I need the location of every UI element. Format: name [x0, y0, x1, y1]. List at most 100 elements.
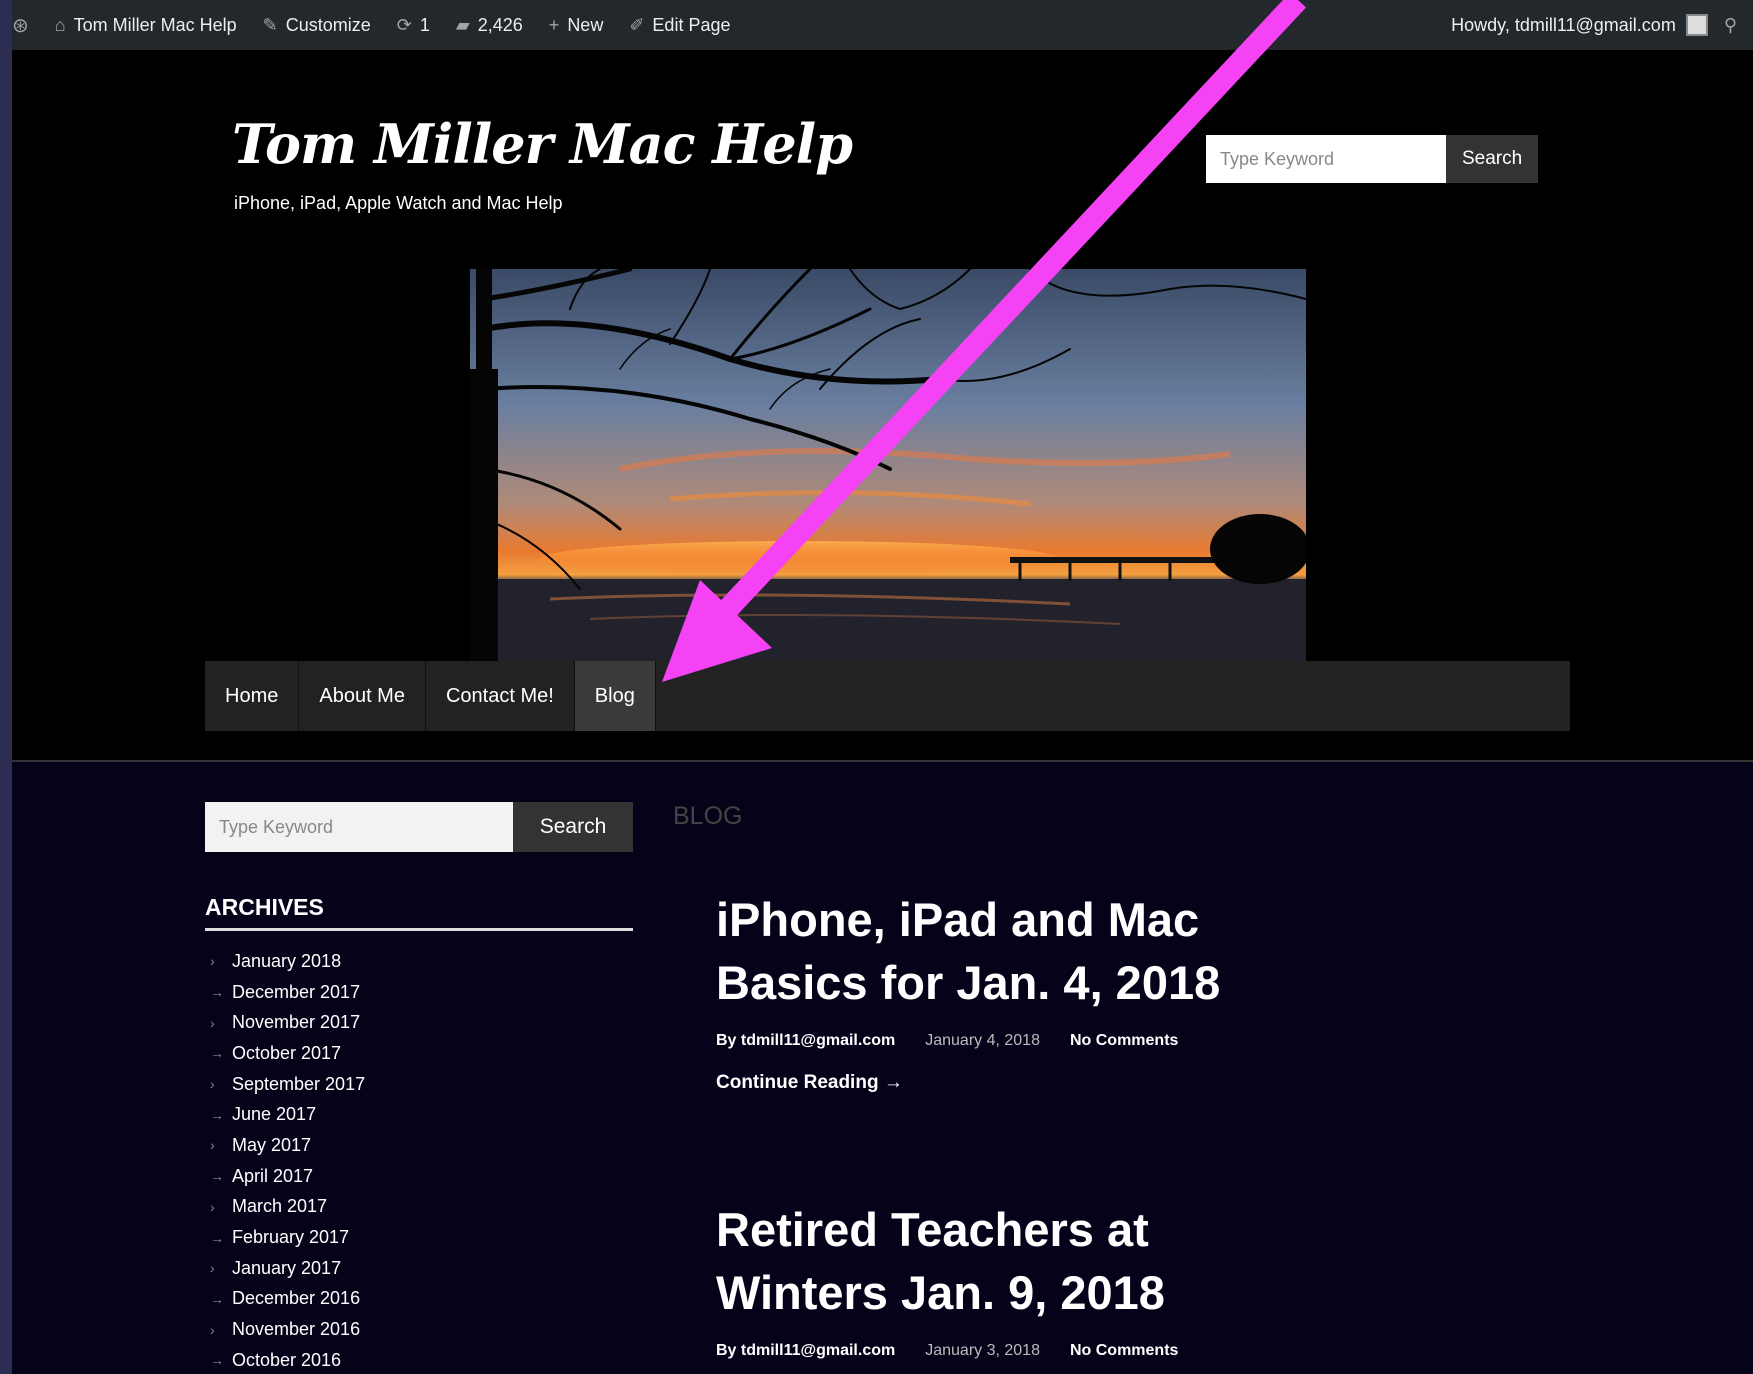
wp-admin-bar: ⊛ ⌂ Tom Miller Mac Help ✎ Customize ⟳ 1 …: [12, 0, 1753, 50]
post-author[interactable]: By tdmill11@gmail.com: [716, 1032, 895, 1050]
arrow-right-icon: →: [210, 1352, 224, 1369]
post-date[interactable]: January 4, 2018: [925, 1032, 1040, 1050]
post-title[interactable]: iPhone, iPad and Mac Basics for Jan. 4, …: [716, 888, 1276, 1014]
header-image: [470, 269, 1306, 661]
chevron-right-icon: ›: [210, 953, 215, 970]
header-search-input[interactable]: [1206, 135, 1446, 183]
continue-reading-link[interactable]: Continue Reading →: [716, 1072, 1276, 1094]
chevron-right-icon: ›: [210, 1198, 215, 1215]
sidebar-search-input[interactable]: [205, 802, 513, 852]
archives-heading: ARCHIVES: [205, 894, 324, 920]
header-search-form: Search: [1206, 135, 1539, 183]
header-search-button[interactable]: Search: [1446, 135, 1539, 183]
chevron-right-icon: ›: [210, 1321, 215, 1338]
archive-link[interactable]: → April 2017: [210, 1161, 365, 1192]
archive-link[interactable]: → December 2016: [210, 1284, 365, 1315]
admin-new[interactable]: + New: [549, 15, 604, 36]
archive-link-label: May 2017: [232, 1134, 312, 1155]
arrow-right-icon: →: [210, 1290, 224, 1307]
blog-post: Retired Teachers at Winters Jan. 9, 2018…: [716, 1198, 1276, 1360]
archive-link[interactable]: › November 2016: [210, 1314, 365, 1345]
archive-link-label: October 2017: [232, 1042, 342, 1063]
archive-link-label: January 2017: [232, 1257, 342, 1278]
arrow-right-icon: →: [210, 1229, 224, 1246]
archive-link[interactable]: → October 2016: [210, 1345, 365, 1374]
archive-link-label: December 2017: [232, 981, 361, 1002]
admin-search-icon[interactable]: ⚲: [1724, 15, 1737, 36]
admin-customize-label: Customize: [285, 14, 371, 35]
archive-link-label: March 2017: [232, 1196, 328, 1217]
chevron-right-icon: ›: [210, 1014, 215, 1031]
home-dashboard-icon: ⌂: [54, 14, 66, 35]
archive-link[interactable]: › May 2017: [210, 1130, 365, 1161]
archive-link[interactable]: › January 2018: [210, 946, 365, 977]
archive-link-label: June 2017: [232, 1104, 317, 1125]
nav-item-blog[interactable]: Blog: [574, 661, 656, 731]
chevron-right-icon: ›: [210, 1137, 215, 1154]
archive-link[interactable]: → December 2017: [210, 977, 365, 1008]
archive-link[interactable]: → February 2017: [210, 1222, 365, 1253]
archive-link-label: September 2017: [232, 1073, 366, 1094]
post-date[interactable]: January 3, 2018: [925, 1342, 1040, 1360]
archive-link[interactable]: → June 2017: [210, 1099, 365, 1130]
comment-bubble-icon: ▰: [455, 14, 470, 35]
wordpress-logo-icon[interactable]: ⊛: [12, 13, 29, 38]
post-comments[interactable]: No Comments: [1070, 1342, 1178, 1360]
admin-site-name[interactable]: ⌂ Tom Miller Mac Help: [55, 15, 237, 36]
post-meta: By tdmill11@gmail.com January 3, 2018 No…: [716, 1342, 1276, 1360]
archive-link[interactable]: › November 2017: [210, 1007, 365, 1038]
sidebar-search-button[interactable]: Search: [513, 802, 633, 852]
admin-comments-count: 2,426: [477, 14, 523, 35]
archive-link[interactable]: › September 2017: [210, 1069, 365, 1100]
archives-list: › January 2018 → December 2017 › November 2…: [210, 946, 365, 1374]
admin-howdy[interactable]: Howdy, tdmill11@gmail.com: [1451, 15, 1676, 36]
brush-icon: ✎: [262, 14, 278, 35]
pencil-icon: ✐: [629, 14, 645, 35]
archive-link-label: December 2016: [232, 1288, 361, 1309]
blog-post: iPhone, iPad and Mac Basics for Jan. 4, …: [716, 888, 1276, 1094]
admin-customize[interactable]: ✎ Customize: [263, 15, 371, 36]
post-meta: By tdmill11@gmail.com January 4, 2018 No…: [716, 1032, 1276, 1050]
avatar[interactable]: [1685, 14, 1708, 36]
chevron-right-icon: ›: [210, 1076, 215, 1093]
site-header: Tom Miller Mac Help iPhone, iPad, Apple …: [12, 50, 1753, 760]
admin-comments[interactable]: ▰ 2,426: [456, 15, 523, 36]
header-divider: [12, 760, 1753, 762]
admin-updates-count: 1: [419, 14, 430, 35]
updates-icon: ⟳: [396, 14, 412, 35]
arrow-right-icon: →: [210, 1106, 224, 1123]
site-title[interactable]: Tom Miller Mac Help: [232, 112, 853, 176]
archive-link-label: November 2017: [232, 1012, 361, 1033]
archive-link[interactable]: › March 2017: [210, 1192, 365, 1223]
archive-link-label: April 2017: [232, 1165, 314, 1186]
nav-item-home[interactable]: Home: [205, 661, 300, 731]
post-title[interactable]: Retired Teachers at Winters Jan. 9, 2018: [716, 1198, 1276, 1324]
sunset-lake-image: [470, 269, 1306, 661]
archive-link-label: October 2016: [232, 1349, 342, 1370]
chevron-right-icon: ›: [210, 1260, 215, 1277]
arrow-right-icon: →: [210, 984, 224, 1001]
arrow-right-icon: →: [210, 1045, 224, 1062]
window-edge: [0, 0, 12, 1374]
site-tagline: iPhone, iPad, Apple Watch and Mac Help: [234, 193, 563, 213]
archive-link-label: February 2017: [232, 1227, 350, 1248]
admin-new-label: New: [567, 14, 604, 35]
archives-divider: [205, 928, 633, 931]
archive-link-label: January 2018: [232, 950, 342, 971]
nav-item-contact-me[interactable]: Contact Me!: [426, 661, 575, 731]
archive-link[interactable]: › January 2017: [210, 1253, 365, 1284]
nav-item-about-me[interactable]: About Me: [299, 661, 426, 731]
post-comments[interactable]: No Comments: [1070, 1032, 1178, 1050]
sidebar-search-form: Search: [205, 802, 633, 852]
page-title: BLOG: [673, 802, 743, 830]
primary-nav: Home About Me Contact Me! Blog: [205, 661, 1570, 731]
admin-site-name-label: Tom Miller Mac Help: [73, 14, 237, 35]
admin-edit-page[interactable]: ✐ Edit Page: [629, 15, 730, 36]
admin-updates[interactable]: ⟳ 1: [397, 15, 430, 36]
arrow-right-icon: →: [210, 1168, 224, 1185]
archive-link[interactable]: → October 2017: [210, 1038, 365, 1069]
archive-link-label: November 2016: [232, 1319, 361, 1340]
plus-icon: +: [548, 14, 560, 35]
post-author[interactable]: By tdmill11@gmail.com: [716, 1342, 895, 1360]
admin-edit-page-label: Edit Page: [652, 14, 731, 35]
